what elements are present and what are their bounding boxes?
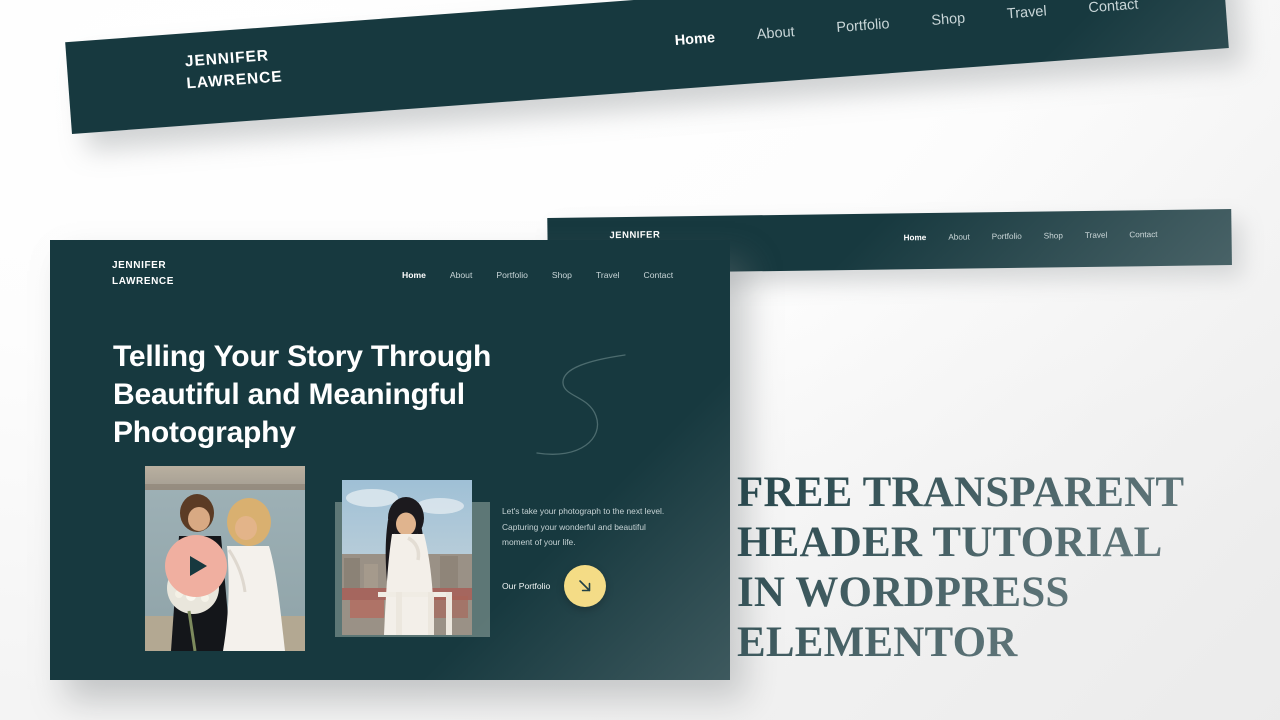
- play-triangle: [190, 556, 207, 576]
- nav-item-shop[interactable]: Shop: [1044, 231, 1063, 240]
- hero-photo-rooftop-woman: [342, 480, 472, 635]
- nav-item-portfolio[interactable]: Portfolio: [992, 232, 1022, 241]
- nav-item-contact[interactable]: Contact: [644, 270, 674, 280]
- nav-item-about[interactable]: About: [756, 24, 795, 43]
- primary-nav-large[interactable]: Home About Portfolio Shop Travel Contact: [674, 0, 1139, 49]
- primary-nav-hero[interactable]: Home About Portfolio Shop Travel Contact: [402, 270, 673, 280]
- nav-item-shop[interactable]: Shop: [931, 10, 966, 28]
- logo-line-1: JENNIFER: [112, 260, 167, 271]
- logo-line-2: LAWRENCE: [112, 276, 175, 287]
- headline-line-1: Telling Your Story Through: [113, 340, 492, 374]
- nav-item-home[interactable]: Home: [674, 30, 715, 49]
- overlay-title-line-4: ELEMENTOR: [737, 618, 1018, 666]
- overlay-title-line-1: FREE TRANSPARENT: [737, 469, 1185, 516]
- headline-line-3: Photography: [113, 415, 296, 449]
- nav-item-about[interactable]: About: [450, 270, 472, 280]
- arrow-glyph: [579, 580, 591, 592]
- nav-item-travel[interactable]: Travel: [1085, 231, 1108, 240]
- portfolio-cta[interactable]: Our Portfolio: [502, 565, 607, 607]
- nav-item-portfolio[interactable]: Portfolio: [496, 270, 528, 280]
- nav-item-about[interactable]: About: [948, 232, 970, 241]
- nav-item-contact[interactable]: Contact: [1088, 0, 1139, 16]
- nav-item-home[interactable]: Home: [903, 233, 926, 242]
- nav-item-home[interactable]: Home: [402, 270, 426, 280]
- nav-item-contact[interactable]: Contact: [1129, 230, 1157, 239]
- nav-item-travel[interactable]: Travel: [1006, 3, 1047, 22]
- hero-description: Let's take your photograph to the next l…: [502, 506, 665, 548]
- tilted-header-banner-large: JENNIFER LAWRENCE Home About Portfolio Shop…: [65, 0, 1229, 134]
- nav-item-shop[interactable]: Shop: [552, 270, 572, 280]
- site-logo-hero[interactable]: JENNIFER LAWRENCE: [112, 258, 174, 290]
- website-hero-mockup: JENNIFER LAWRENCE Home About Portfolio Shop…: [50, 240, 730, 680]
- thumbnail-canvas: JENNIFER LAWRENCE Home About Portfolio Shop…: [0, 0, 1280, 720]
- nav-item-portfolio[interactable]: Portfolio: [836, 16, 890, 36]
- arrow-down-right-icon[interactable]: [564, 565, 607, 607]
- primary-nav-small[interactable]: Home About Portfolio Shop Travel Contact: [903, 230, 1157, 242]
- nav-item-travel[interactable]: Travel: [596, 270, 620, 280]
- squiggle-decoration-icon: [536, 354, 626, 455]
- thumbnail-overlay-title: FREE TRANSPARENT HEADER TUTORIAL IN WORD…: [737, 468, 1277, 668]
- site-logo-large[interactable]: JENNIFER LAWRENCE: [184, 44, 283, 95]
- overlay-title-line-2: HEADER TUTORIAL: [737, 518, 1163, 566]
- headline-line-2: Beautiful and Meaningful: [113, 377, 465, 411]
- hero-headline: Telling Your Story Through Beautiful and…: [113, 338, 553, 451]
- play-icon[interactable]: [165, 535, 227, 597]
- portfolio-cta-label: Our Portfolio: [502, 581, 551, 591]
- overlay-title-line-3: IN WORDPRESS: [737, 568, 1070, 616]
